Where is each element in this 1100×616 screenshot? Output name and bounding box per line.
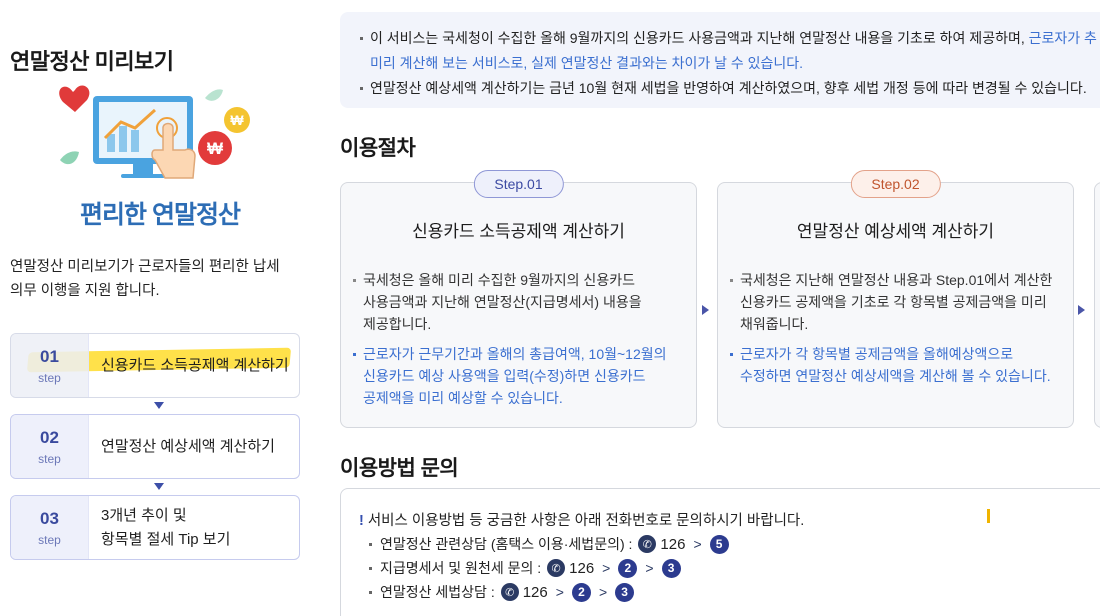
phone-number: 126 xyxy=(569,559,595,577)
inquiry-title: 이용방법 문의 xyxy=(340,457,459,480)
intro-line: 연말정산 미리보기가 근로자들의 편리한 납세 xyxy=(10,259,280,275)
phone-number: 126 xyxy=(522,583,548,601)
triangle-down-icon xyxy=(154,402,164,409)
triangle-right-icon xyxy=(702,305,709,315)
card-title: 연말정산 예상세액 계산하기 xyxy=(796,222,995,241)
leaf-icon xyxy=(205,89,223,101)
exclamation-icon: ! xyxy=(359,513,364,529)
intro-line: 의무 이행을 지원 합니다. xyxy=(10,283,160,299)
step-card-2: Step.02 연말정산 예상세액 계산하기 국세청은 지난해 연말정산 내용과… xyxy=(717,170,1074,428)
step-number: 01 step xyxy=(11,334,89,397)
inquiry-label: 연말정산 세법상담 : xyxy=(380,584,495,600)
notice-box: 이 서비스는 국세청이 수집한 올해 9월까지의 신용카드 사용금액과 지난해 … xyxy=(340,12,1100,108)
sidebar-step-3[interactable]: 03 step 3개년 추이 및 항목별 절세 Tip 보기 xyxy=(10,495,300,560)
notice-line: 연말정산 예상세액 계산하기는 금년 10월 현재 세법을 반영하여 계산하였으… xyxy=(360,76,1100,101)
notice-text: 이 서비스는 국세청이 수집한 올해 9월까지의 신용카드 사용금액과 지난해 … xyxy=(370,30,1025,46)
para-line: 신용카드 예상 사용액을 입력(수정)하면 신용카드 xyxy=(363,368,646,384)
inquiry-head-text: 서비스 이용방법 등 궁금한 사항은 아래 전화번호로 문의하시기 바랍니다. xyxy=(367,513,805,529)
menu-option-badge: 2 xyxy=(618,558,638,578)
menu-option-badge: 3 xyxy=(615,582,635,602)
chevron-right-icon: > xyxy=(598,584,608,600)
step-label-line: 3개년 추이 및 xyxy=(101,506,187,524)
inquiry-label: 지급명세서 및 원천세 문의 : xyxy=(380,560,542,576)
menu-option-badge: 3 xyxy=(661,558,681,578)
card-paragraph: 국세청은 올해 미리 수집한 9월까지의 신용카드 사용금액과 지난해 연말정산… xyxy=(351,269,691,335)
inquiry-head: ! 서비스 이용방법 등 궁금한 사항은 아래 전화번호로 문의하시기 바랍니다. xyxy=(359,509,804,530)
para-line: 채워줍니다. xyxy=(740,316,809,332)
inquiry-row: 연말정산 관련상담 (홈택스 이용·세법문의) : ✆ 126 > 5 xyxy=(369,534,729,554)
chevron-right-icon: > xyxy=(645,560,654,576)
heart-icon xyxy=(59,85,90,112)
step-pill: Step.02 xyxy=(850,170,941,198)
para-line: 국세청은 올해 미리 수집한 9월까지의 신용카드 xyxy=(363,272,635,288)
step-num-text: 02 xyxy=(40,427,59,447)
step-caption: step xyxy=(38,370,61,385)
menu-option-badge: 5 xyxy=(709,534,729,554)
inquiry-label: 연말정산 관련상담 (홈택스 이용·세법문의) : xyxy=(380,536,633,552)
phone-icon: ✆ xyxy=(638,535,657,553)
leaf-icon xyxy=(60,151,79,165)
chevron-right-icon: > xyxy=(602,560,611,576)
triangle-right-icon xyxy=(1078,305,1085,315)
phone-icon: ✆ xyxy=(547,559,566,577)
intro-text: 연말정산 미리보기가 근로자들의 편리한 납세 의무 이행을 지원 합니다. xyxy=(10,255,310,303)
chevron-right-icon: > xyxy=(555,584,564,600)
step-label: 연말정산 예상세액 계산하기 xyxy=(101,437,275,455)
inquiry-row: 지급명세서 및 원천세 문의 : ✆ 126 > 2 > 3 xyxy=(369,558,681,578)
menu-option-badge: 2 xyxy=(571,582,591,602)
bullet xyxy=(369,590,372,594)
sidebar-step-1[interactable]: 01 step 신용카드 소득공제액 계산하기 xyxy=(10,333,300,398)
step-num-text: 03 xyxy=(40,508,59,528)
card-paragraph-blue: 근로자가 각 항목별 공제금액을 올해예상액으로 수정하면 연말정산 예상세액을… xyxy=(728,343,1068,387)
bullet xyxy=(369,566,372,570)
page-title: 연말정산 미리보기 xyxy=(10,49,174,74)
monitor-chart-icon: ₩ ₩ xyxy=(59,85,250,179)
notice-text-blue: 근로자가 추 xyxy=(1024,30,1097,46)
cursor-mark xyxy=(987,509,990,523)
para-line: 신용카드 공제액을 기초로 각 항목별 공제금액을 미리 xyxy=(740,294,1047,310)
para-line: 제공합니다. xyxy=(363,316,432,332)
inquiry-box: ! 서비스 이용방법 등 궁금한 사항은 아래 전화번호로 문의하시기 바랍니다.… xyxy=(340,488,1100,616)
procedure-title: 이용절차 xyxy=(340,137,416,160)
svg-text:₩: ₩ xyxy=(230,112,244,128)
step-num-text: 01 xyxy=(40,346,59,366)
step-card-3 xyxy=(1094,182,1100,428)
triangle-down-icon xyxy=(154,483,164,490)
step-caption: step xyxy=(38,532,61,547)
card-title: 신용카드 소득공제액 계산하기 xyxy=(412,222,625,241)
para-line: 근로자가 각 항목별 공제금액을 올해예상액으로 xyxy=(740,346,1014,362)
phone-icon: ✆ xyxy=(500,583,519,601)
sidebar-step-2[interactable]: 02 step 연말정산 예상세액 계산하기 xyxy=(10,414,300,479)
sidebar: 연말정산 미리보기 ₩ ₩ 편리한 연말정산 연말정산 미리보기가 근로자들의 … xyxy=(0,0,320,616)
para-line: 국세청은 지난해 연말정산 내용과 Step.01에서 계산한 xyxy=(740,272,1053,288)
notice-line: 이 서비스는 국세청이 수집한 올해 9월까지의 신용카드 사용금액과 지난해 … xyxy=(360,26,1100,51)
card-paragraph: 국세청은 지난해 연말정산 내용과 Step.01에서 계산한 신용카드 공제액… xyxy=(728,269,1068,335)
hero-title: 편리한 연말정산 xyxy=(80,201,241,229)
inquiry-row: 연말정산 세법상담 : ✆ 126 > 2 > 3 xyxy=(369,582,635,602)
svg-text:₩: ₩ xyxy=(207,139,224,158)
para-line: 근로자가 근무기간과 올해의 총급여액, 10월~12월의 xyxy=(363,346,667,362)
step-card-1: Step.01 신용카드 소득공제액 계산하기 국세청은 올해 미리 수집한 9… xyxy=(340,170,697,428)
notice-line: 미리 계산해 보는 서비스로, 실제 연말정산 결과와는 차이가 날 수 있습니… xyxy=(370,55,804,71)
step-caption: step xyxy=(38,451,61,466)
step-pill: Step.01 xyxy=(473,170,564,198)
step-number: 03 step xyxy=(11,496,89,559)
card-paragraph-blue: 근로자가 근무기간과 올해의 총급여액, 10월~12월의 신용카드 예상 사용… xyxy=(351,343,691,409)
para-line: 사용금액과 지난해 연말정산(지급명세서) 내용을 xyxy=(363,294,642,310)
step-label-line: 항목별 절세 Tip 보기 xyxy=(101,530,231,548)
step-label: 신용카드 소득공제액 계산하기 xyxy=(101,356,289,374)
bullet xyxy=(369,542,372,546)
para-line: 수정하면 연말정산 예상세액을 계산해 볼 수 있습니다. xyxy=(740,368,1051,384)
para-line: 공제액을 미리 예상할 수 있습니다. xyxy=(363,390,563,406)
chevron-right-icon: > xyxy=(693,536,702,552)
step-label: 3개년 추이 및 항목별 절세 Tip 보기 xyxy=(89,504,299,552)
step-number: 02 step xyxy=(11,415,89,478)
phone-number: 126 xyxy=(660,535,686,553)
